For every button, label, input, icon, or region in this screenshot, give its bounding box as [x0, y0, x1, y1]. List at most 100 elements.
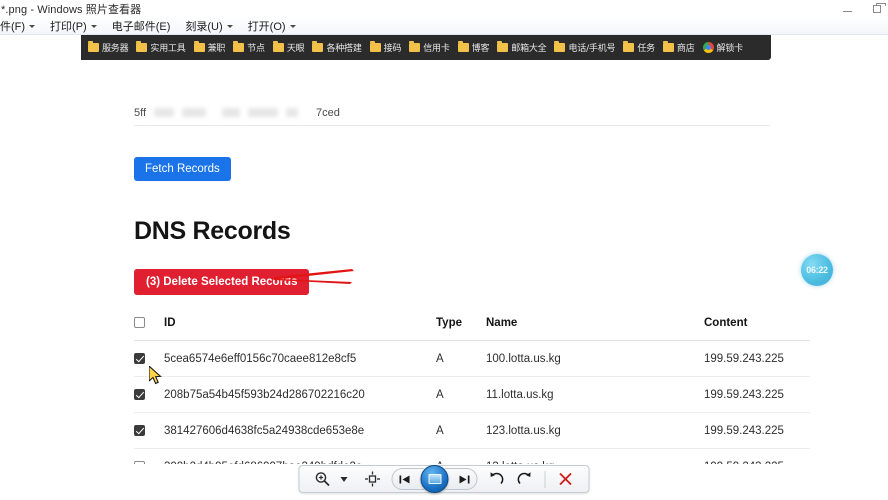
- row-checkbox[interactable]: [134, 353, 145, 365]
- fit-to-window-button[interactable]: [360, 468, 386, 490]
- bookmark-item[interactable]: 天眼: [270, 39, 308, 56]
- folder-icon: [193, 41, 205, 52]
- redacted-chip: [222, 108, 241, 117]
- bookmark-label: 博客: [471, 44, 490, 54]
- folder-icon: [497, 41, 509, 52]
- bookmark-item[interactable]: 接码: [367, 39, 405, 56]
- record-id-cell: 300b2d4b95efd686997bae249bdfde2c: [164, 448, 436, 464]
- table-body: 5cea6574e6eff0156c70caee812e8cf5 A 100.lot…: [134, 340, 810, 464]
- play-slideshow-button[interactable]: [420, 465, 449, 493]
- chevron-down-icon: [90, 25, 97, 28]
- table-row[interactable]: 381427606d4638fc5a24938cde653e8e A 123.lot…: [134, 412, 810, 449]
- column-header-id[interactable]: ID: [164, 313, 436, 341]
- rotate-counterclockwise-button[interactable]: [484, 468, 510, 490]
- bookmark-item[interactable]: 电话/手机号: [551, 39, 618, 56]
- menu-burn[interactable]: 刻录(U): [185, 18, 233, 34]
- menu-print[interactable]: 打印(P): [50, 18, 97, 34]
- bookmark-item[interactable]: 各种搭建: [309, 39, 364, 56]
- menu-email-label: 电子邮件(E): [111, 20, 171, 33]
- folder-icon: [457, 41, 469, 52]
- row-select-cell[interactable]: [134, 412, 164, 449]
- table-row[interactable]: 5cea6574e6eff0156c70caee812e8cf5 A 100.lot…: [134, 340, 810, 377]
- bookmark-item[interactable]: 兼职: [191, 39, 229, 56]
- mouse-cursor: [149, 366, 162, 385]
- menu-email[interactable]: 电子邮件(E): [112, 18, 171, 34]
- zoom-icon: [315, 472, 330, 487]
- bookmark-label: 各种搭建: [326, 44, 362, 54]
- bookmark-label: 邮箱大全: [511, 44, 547, 54]
- menu-burn-label: 刻录(U): [185, 20, 223, 33]
- fetch-records-button[interactable]: Fetch Records: [134, 157, 231, 181]
- navigation-group: [391, 465, 478, 493]
- redacted-chip: [154, 108, 175, 117]
- record-name-cell: 123.lotta.us.kg: [486, 412, 704, 449]
- bookmark-item[interactable]: 信用卡: [406, 39, 452, 56]
- record-content-cell: 199.59.243.225: [704, 340, 810, 377]
- bookmark-item[interactable]: 服务器: [85, 39, 131, 56]
- folder-icon: [409, 41, 421, 52]
- bookmark-label: 电话/手机号: [568, 44, 616, 54]
- bookmark-label: 解锁卡: [716, 44, 744, 54]
- web-page-content: 5ff 7ced Fetch Records DNS Records (3) D…: [0, 60, 810, 464]
- record-id-cell: 381427606d4638fc5a24938cde653e8e: [164, 412, 436, 449]
- maximize-icon: [873, 2, 886, 13]
- folder-icon: [554, 41, 566, 52]
- bookmark-label: 服务器: [102, 44, 129, 54]
- menu-open[interactable]: 打开(O): [248, 18, 296, 34]
- row-checkbox[interactable]: [134, 389, 145, 401]
- folder-icon: [312, 41, 324, 52]
- row-select-cell[interactable]: [134, 448, 164, 464]
- record-id-cell: 5cea6574e6eff0156c70caee812e8cf5: [164, 340, 436, 377]
- rotate-clockwise-button[interactable]: [512, 468, 538, 490]
- record-type-cell: A: [436, 340, 486, 377]
- bookmark-item[interactable]: 节点: [230, 39, 268, 56]
- column-header-name[interactable]: Name: [486, 313, 704, 341]
- select-all-checkbox[interactable]: [134, 317, 145, 329]
- title-bar: *.png - Windows 照片查看器: [0, 0, 888, 17]
- table-row[interactable]: 300b2d4b95efd686997bae249bdfde2cA13.lott…: [134, 448, 810, 464]
- menu-file[interactable]: 件(F): [0, 18, 36, 34]
- bookmark-item[interactable]: 任务: [620, 39, 658, 56]
- viewer-toolbar-area: [0, 464, 888, 500]
- bookmark-item[interactable]: 解锁卡: [700, 39, 746, 56]
- folder-icon: [272, 41, 284, 52]
- next-icon: [459, 475, 470, 483]
- rotate-counterclockwise-icon: [490, 472, 504, 485]
- token-suffix: 7ced: [316, 106, 340, 119]
- bookmark-label: 节点: [247, 44, 265, 54]
- bookmark-item[interactable]: 邮箱大全: [494, 39, 549, 56]
- row-checkbox[interactable]: [134, 425, 145, 437]
- image-viewport: 5ff 7ced Fetch Records DNS Records (3) D…: [0, 35, 888, 464]
- bookmark-label: 任务: [637, 44, 655, 54]
- bookmark-item[interactable]: 商店: [660, 39, 698, 56]
- bookmark-item[interactable]: 实用工具: [133, 39, 188, 56]
- chevron-down-icon: [226, 25, 233, 28]
- delete-image-button[interactable]: [553, 468, 579, 490]
- delete-selected-records-button[interactable]: (3) Delete Selected Records: [134, 269, 310, 295]
- viewer-toolbar: [298, 465, 590, 493]
- column-header-content[interactable]: Content: [704, 313, 810, 341]
- zoom-button[interactable]: [310, 468, 336, 490]
- next-image-button[interactable]: [443, 468, 478, 490]
- maximize-button[interactable]: [870, 2, 886, 15]
- token-prefix: 5ff: [134, 106, 147, 119]
- bookmark-label: 天眼: [286, 44, 305, 54]
- select-all-header: [134, 313, 164, 341]
- menu-print-label: 打印(P): [50, 20, 87, 33]
- token-field-row: 5ff 7ced: [134, 100, 770, 126]
- floating-clock-widget[interactable]: 06:22: [801, 254, 833, 286]
- browser-bookmarks-bar: 服务器 实用工具 兼职 节点 天眼 各种搭建 接码 信用卡 博客 邮箱大全 电话/手机号 任务 商店 解锁…: [81, 35, 771, 60]
- zoom-dropdown-button[interactable]: [338, 468, 350, 490]
- column-header-type[interactable]: Type: [436, 313, 486, 341]
- folder-icon: [369, 41, 381, 52]
- window-controls: [840, 0, 886, 17]
- table-row[interactable]: 208b75a54b45f593b24d286702216c20 A 11.lott…: [134, 376, 810, 413]
- chevron-down-icon: [340, 476, 347, 482]
- menu-open-label: 打开(O): [247, 20, 286, 33]
- folder-icon: [233, 41, 245, 52]
- displayed-screenshot: 5ff 7ced Fetch Records DNS Records (3) D…: [0, 35, 888, 464]
- window-title: *.png - Windows 照片查看器: [1, 3, 142, 16]
- chevron-down-icon: [289, 25, 296, 28]
- minimize-button[interactable]: [840, 2, 854, 15]
- bookmark-item[interactable]: 博客: [455, 39, 493, 56]
